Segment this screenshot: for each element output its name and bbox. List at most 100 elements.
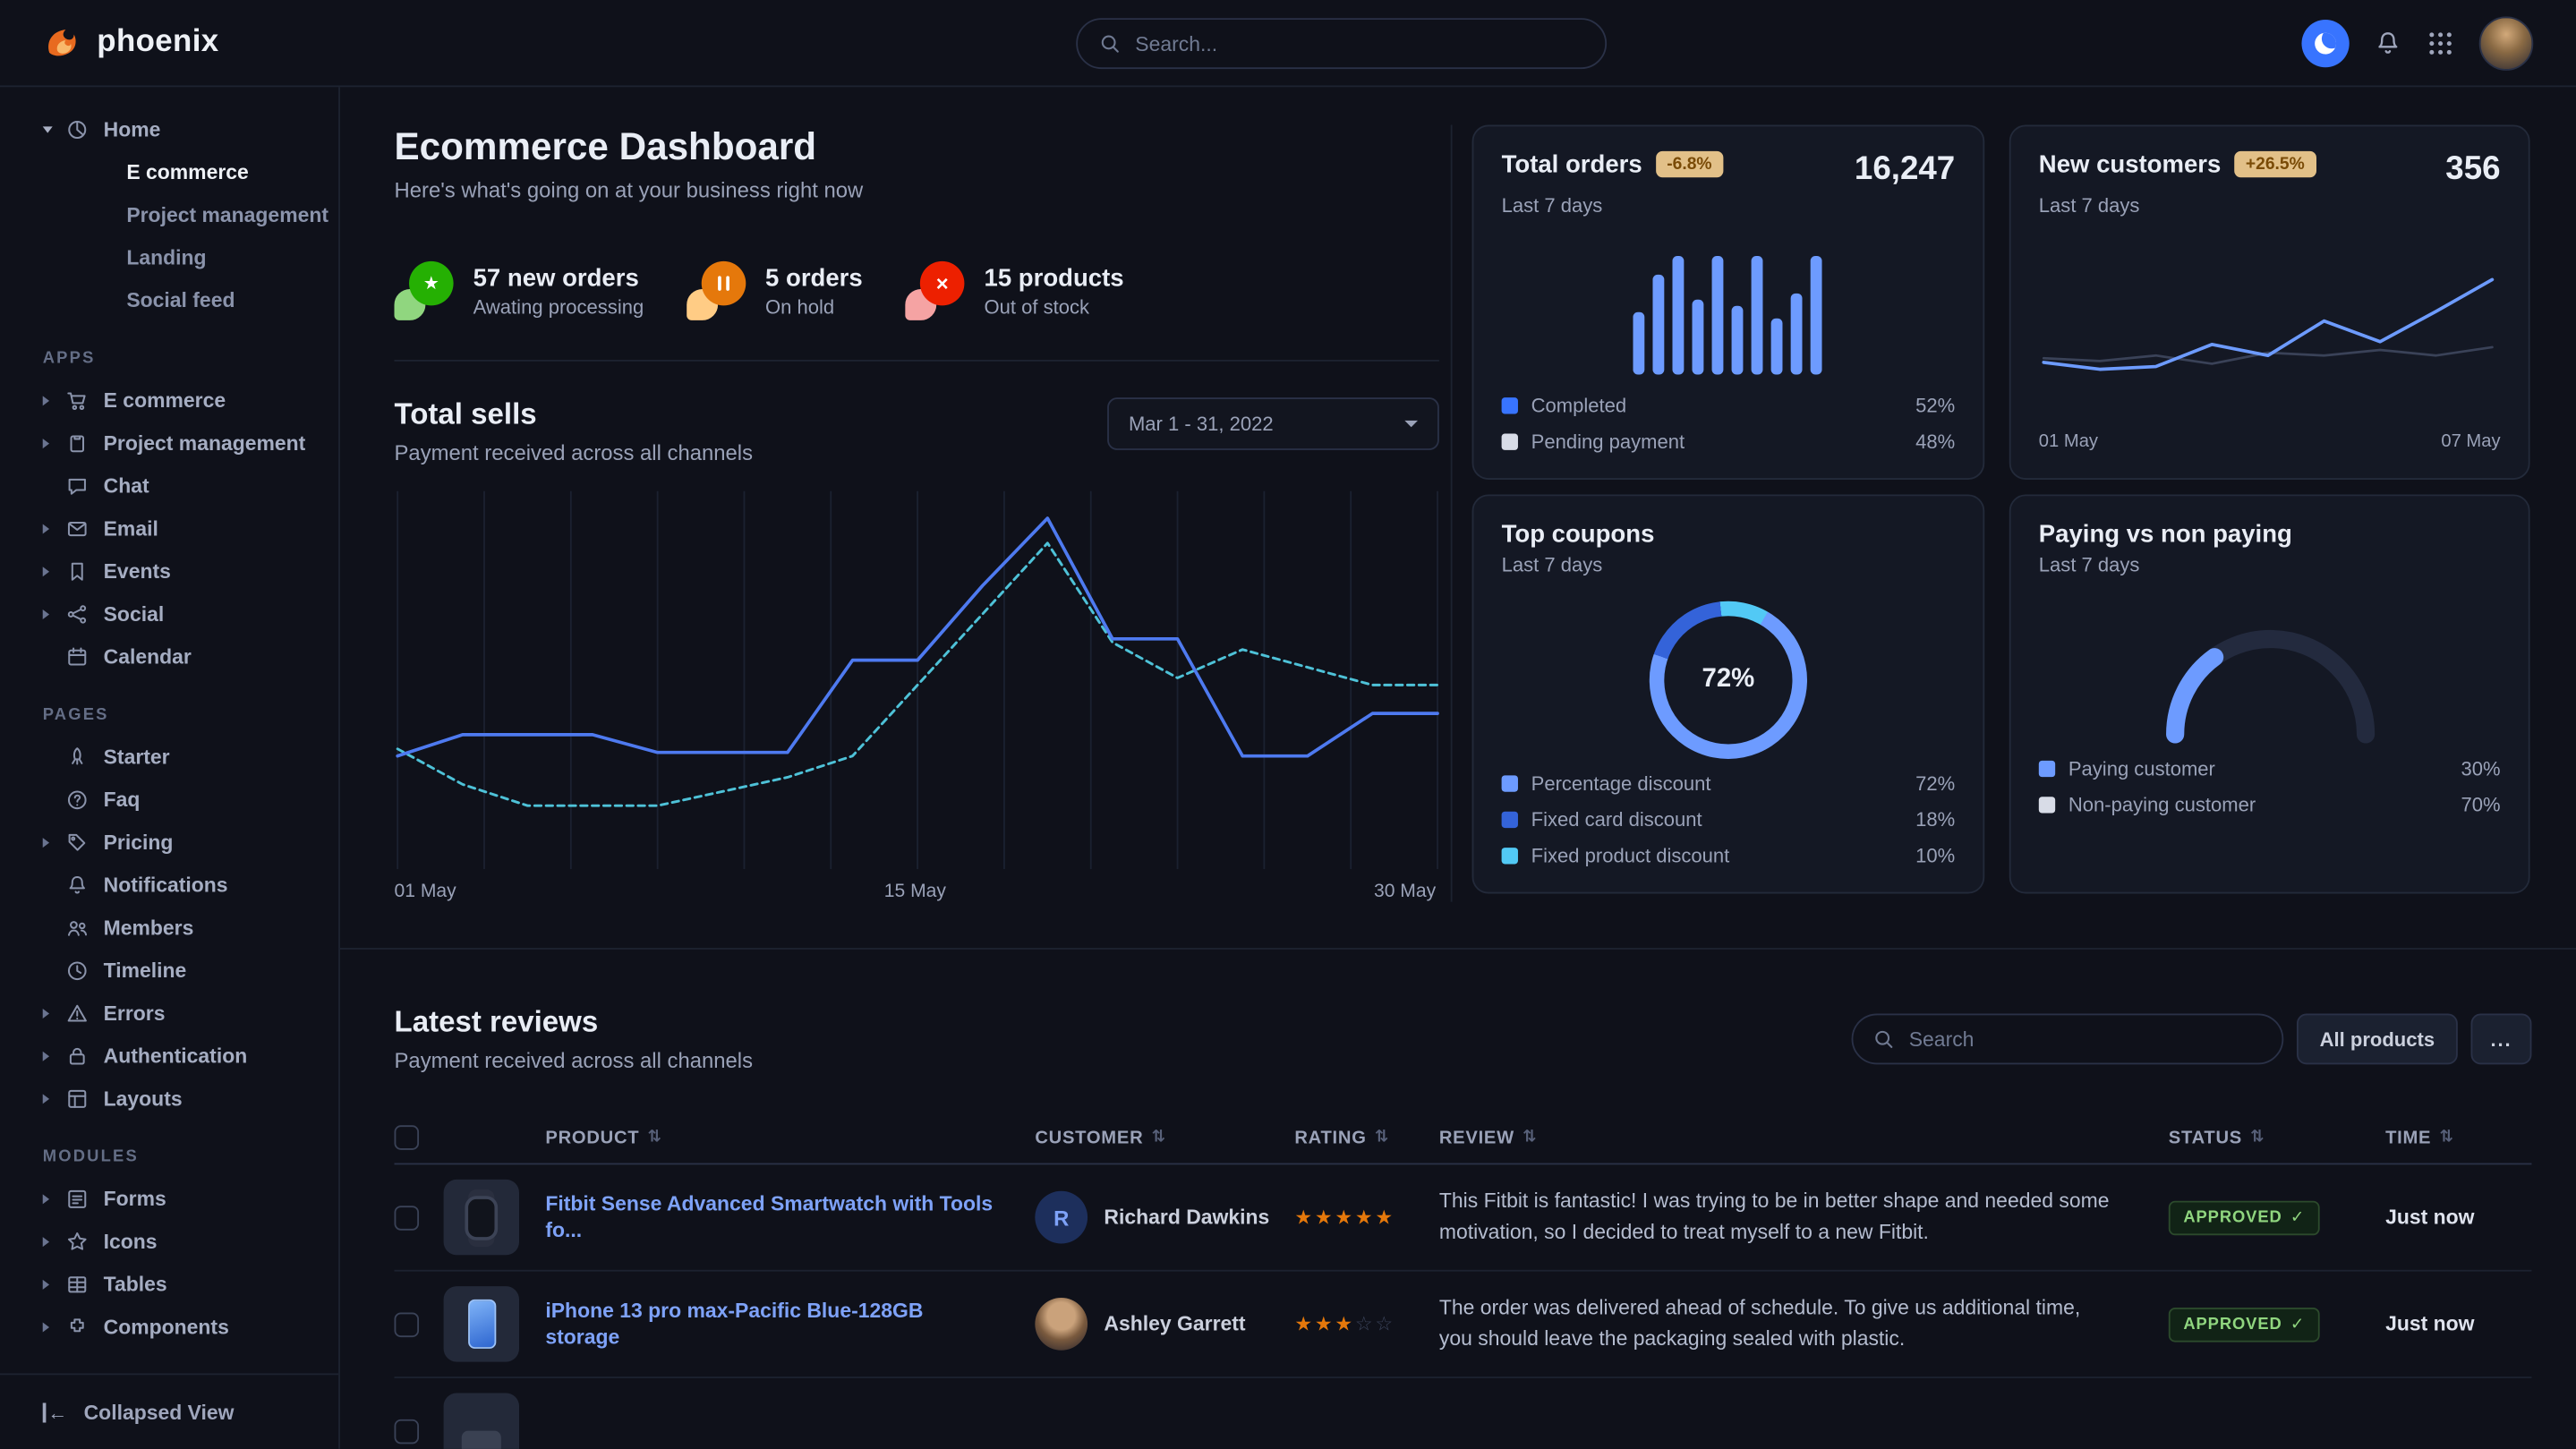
card-period: Last 7 days xyxy=(1502,194,1956,217)
row-checkbox[interactable] xyxy=(395,1312,420,1337)
product-link[interactable]: iPhone 13 pro max-Pacific Blue-128GB sto… xyxy=(545,1298,1035,1351)
reviews-header: Latest reviews Payment received across a… xyxy=(395,1005,2532,1072)
sidebar-subitem-project-management[interactable]: Project management xyxy=(0,194,338,237)
x-glyph: × xyxy=(936,271,949,296)
paying-label: Paying customer xyxy=(2068,757,2215,780)
card-title: Top coupons xyxy=(1502,521,1655,549)
sidebar-item-layouts[interactable]: Layouts xyxy=(0,1078,338,1121)
sidebar-item-label: Components xyxy=(104,1316,229,1339)
apps-grid-button[interactable] xyxy=(2427,29,2454,56)
sidebar-item-label: Starter xyxy=(104,746,170,769)
trend-badge: +26.5% xyxy=(2234,151,2316,177)
top-coupons-label: Fixed product discount xyxy=(1531,844,1730,867)
sidebar-item-starter[interactable]: Starter xyxy=(0,736,338,779)
sidebar-subitem-e-commerce[interactable]: E commerce xyxy=(0,151,338,194)
star-filled-icon: ★ xyxy=(1315,1313,1335,1336)
stat-item-on-hold: 5 ordersOn hold xyxy=(687,261,863,320)
sidebar-item-social[interactable]: Social xyxy=(0,593,338,636)
sidebar-item-tables[interactable]: Tables xyxy=(0,1263,338,1306)
sidebar-item-label: Layouts xyxy=(104,1087,183,1111)
theme-toggle-button[interactable] xyxy=(2301,19,2349,66)
sidebar-item-forms[interactable]: Forms xyxy=(0,1178,338,1221)
layout-icon xyxy=(65,1087,89,1111)
column-header-rating[interactable]: RATING⇅ xyxy=(1294,1128,1439,1147)
date-range-select[interactable]: Mar 1 - 31, 2022 xyxy=(1107,397,1439,450)
sidebar-item-components[interactable]: Components xyxy=(0,1306,338,1349)
sidebar-item-e-commerce[interactable]: E commerce xyxy=(0,379,338,422)
stat-text: 5 ordersOn hold xyxy=(765,264,863,319)
sidebar-item-notifications[interactable]: Notifications xyxy=(0,864,338,907)
sidebar-item-icons[interactable]: Icons xyxy=(0,1221,338,1264)
collapsed-view-toggle[interactable]: ← Collapsed View xyxy=(0,1373,338,1448)
status-cell: APPROVED✓ xyxy=(2169,1307,2385,1342)
tag-icon xyxy=(65,831,89,855)
sidebar-item-chat[interactable]: Chat xyxy=(0,465,338,507)
topbar: phoenix xyxy=(0,0,2576,87)
user-avatar[interactable] xyxy=(2479,15,2534,70)
sidebar-item-email[interactable]: Email xyxy=(0,507,338,550)
star-filled-icon: ★ xyxy=(1294,1206,1315,1229)
card-value: 356 xyxy=(2445,151,2500,189)
customer-avatar xyxy=(1035,1298,1088,1351)
check-icon: ✓ xyxy=(2290,1315,2305,1333)
rating-stars: ★★★★★ xyxy=(1294,1206,1439,1229)
sidebar-item-errors[interactable]: Errors xyxy=(0,993,338,1036)
sidebar-item-pricing[interactable]: Pricing xyxy=(0,822,338,865)
row-checkbox[interactable] xyxy=(395,1205,420,1230)
total-sells-title: Total sells xyxy=(395,397,754,432)
sidebar-item-events[interactable]: Events xyxy=(0,550,338,593)
bookmark-icon xyxy=(65,560,89,584)
select-all-checkbox[interactable] xyxy=(395,1125,420,1150)
column-header-status[interactable]: STATUS⇅ xyxy=(2169,1128,2385,1147)
global-search[interactable] xyxy=(1076,18,1607,69)
sidebar-item-calendar[interactable]: Calendar xyxy=(0,635,338,678)
top-coupons-legend-item: Fixed card discount18% xyxy=(1502,808,1956,831)
column-header-product[interactable]: PRODUCT⇅ xyxy=(545,1128,1035,1147)
star-empty-icon: ☆ xyxy=(1355,1313,1376,1336)
stat-value: 5 orders xyxy=(765,264,863,292)
sidebar-item-home[interactable]: Home xyxy=(0,108,338,151)
more-options-button[interactable]: ... xyxy=(2471,1013,2532,1064)
sidebar-item-faq[interactable]: Faq xyxy=(0,779,338,822)
brand[interactable]: phoenix xyxy=(43,23,219,63)
product-link[interactable]: Fitbit Sense Advanced Smartwatch with To… xyxy=(545,1190,1035,1244)
bell-icon xyxy=(2374,29,2401,56)
column-header-time[interactable]: TIME⇅ xyxy=(2385,1128,2531,1147)
sidebar-item-label: Project management xyxy=(104,432,306,456)
column-header-review[interactable]: REVIEW⇅ xyxy=(1439,1128,2169,1147)
page-subtitle: Here's what's going on at your business … xyxy=(395,177,1439,202)
sidebar-item-label: Timeline xyxy=(104,959,187,983)
card-title: Paying vs non paying xyxy=(2039,521,2292,549)
card-title: New customers xyxy=(2039,151,2222,179)
sidebar-item-timeline[interactable]: Timeline xyxy=(0,950,338,993)
star-filled-icon: ★ xyxy=(1355,1206,1376,1229)
sidebar-item-authentication[interactable]: Authentication xyxy=(0,1035,338,1078)
sidebar-item-project-management[interactable]: Project management xyxy=(0,422,338,465)
stats-row: ★57 new ordersAwating processing5 orders… xyxy=(395,261,1439,320)
sidebar-item-label: Notifications xyxy=(104,874,228,897)
donut-center-value: 72% xyxy=(1664,616,1792,744)
column-header-customer[interactable]: CUSTOMER⇅ xyxy=(1035,1128,1294,1147)
product-thumbnail xyxy=(444,1180,519,1255)
notifications-button[interactable] xyxy=(2374,29,2401,56)
row-checkbox[interactable] xyxy=(395,1419,420,1444)
caret-icon xyxy=(43,396,64,405)
sidebar-subitem-social-feed[interactable]: Social feed xyxy=(0,279,338,322)
sidebar-item-members[interactable]: Members xyxy=(0,907,338,950)
total-orders-legend-item: Completed52% xyxy=(1502,395,1956,418)
customer-name: Richard Dawkins xyxy=(1104,1206,1269,1229)
all-products-button[interactable]: All products xyxy=(2297,1013,2458,1064)
global-search-input[interactable] xyxy=(1135,32,1583,55)
sidebar-section-label-modules: MODULES xyxy=(43,1148,338,1166)
review-text: This Fitbit is fantastic! I was trying t… xyxy=(1439,1187,2169,1249)
apps-grid-icon xyxy=(2427,29,2454,56)
screen: phoenix xyxy=(0,0,2576,1449)
reviews-search-input[interactable] xyxy=(1909,1027,2263,1051)
total-orders-swatch xyxy=(1502,434,1518,450)
table-row xyxy=(395,1378,2532,1449)
reviews-search[interactable] xyxy=(1852,1013,2284,1064)
product-thumb-cell xyxy=(444,1393,546,1448)
top-coupons-swatch xyxy=(1502,775,1518,791)
sidebar-subitem-landing[interactable]: Landing xyxy=(0,236,338,279)
column-label: REVIEW xyxy=(1439,1128,1514,1147)
